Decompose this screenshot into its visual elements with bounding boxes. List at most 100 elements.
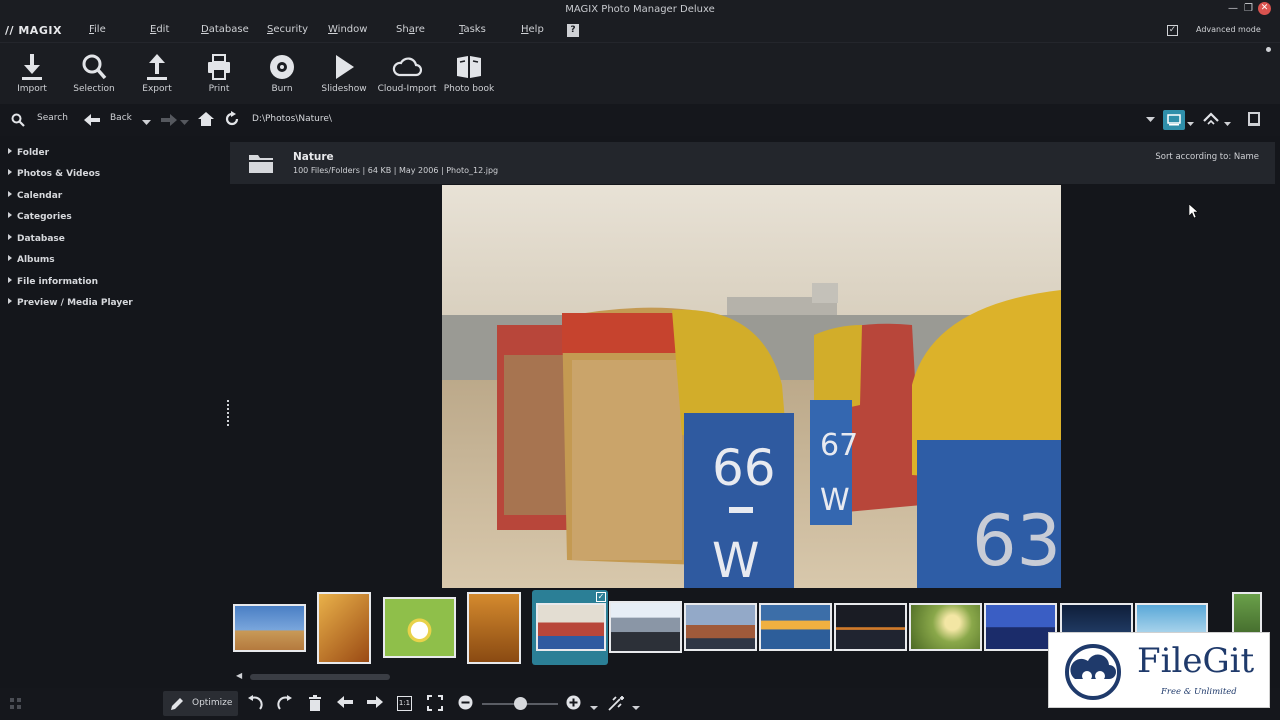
export-icon xyxy=(147,54,167,80)
print-button[interactable]: Print xyxy=(189,51,249,94)
cloud-icon xyxy=(392,57,422,77)
trash-icon[interactable] xyxy=(308,695,322,711)
back-label[interactable]: Back xyxy=(110,113,132,123)
menu-window[interactable]: Window xyxy=(328,24,367,35)
magix-logo: // MAGIX xyxy=(5,24,62,37)
fullscreen-icon[interactable] xyxy=(427,695,443,711)
panel-toggle-icon[interactable] xyxy=(1247,111,1261,127)
chair-letter-w: W xyxy=(712,533,759,588)
expand-triangle-icon xyxy=(8,148,12,154)
sort-icon[interactable] xyxy=(1203,111,1219,127)
thumbnail[interactable] xyxy=(759,603,832,651)
zoom-out-icon[interactable] xyxy=(458,695,473,710)
watermark-subtitle: Free & Unlimited xyxy=(1161,687,1237,697)
sidebar-item-preview-media-player[interactable]: Preview / Media Player xyxy=(8,298,133,308)
filegit-logo-icon xyxy=(1065,644,1121,700)
thumbnail[interactable] xyxy=(684,603,757,651)
sidebar: Folder Photos & Videos Calendar Categori… xyxy=(0,136,228,688)
back-arrow-icon[interactable] xyxy=(84,113,100,127)
actual-size-button[interactable]: 1:1 xyxy=(397,696,412,711)
slideshow-button[interactable]: Slideshow xyxy=(314,51,374,94)
sidebar-item-albums[interactable]: Albums xyxy=(8,255,55,265)
play-icon xyxy=(336,55,354,79)
menu-bar: // MAGIX File Edit Database Security Win… xyxy=(0,20,1280,42)
rotate-right-icon[interactable] xyxy=(277,695,293,711)
expand-triangle-icon xyxy=(8,298,12,304)
zoom-in-icon[interactable] xyxy=(566,695,581,710)
folder-meta: 100 Files/Folders | 64 KB | May 2006 | P… xyxy=(293,166,499,175)
import-button[interactable]: Import xyxy=(2,51,62,94)
previous-arrow-icon[interactable] xyxy=(337,695,353,709)
expand-triangle-icon xyxy=(8,191,12,197)
sidebar-item-database[interactable]: Database xyxy=(8,234,65,244)
menu-edit[interactable]: Edit xyxy=(150,24,169,35)
filmstrip-scrollbar[interactable] xyxy=(250,674,390,680)
next-arrow-icon[interactable] xyxy=(367,695,383,709)
thumbnail[interactable] xyxy=(984,603,1057,651)
search-icon[interactable] xyxy=(11,113,25,127)
sidebar-item-categories[interactable]: Categories xyxy=(8,212,72,222)
export-button[interactable]: Export xyxy=(127,51,187,94)
chair-number-67: 67 xyxy=(820,428,858,463)
disc-icon xyxy=(270,55,294,79)
folder-header: Nature 100 Files/Folders | 64 KB | May 2… xyxy=(230,142,1275,184)
effects-wand-icon[interactable] xyxy=(608,695,626,711)
minimize-button[interactable]: — xyxy=(1228,3,1238,15)
sidebar-item-photos-videos[interactable]: Photos & Videos xyxy=(8,169,100,179)
help-topic-icon[interactable]: ? xyxy=(567,24,579,37)
title-bar: MAGIX Photo Manager Deluxe xyxy=(0,0,1280,20)
thumbnail[interactable] xyxy=(834,603,907,651)
restore-button[interactable]: ❐ xyxy=(1244,3,1253,15)
navigation-bar: Search Back D:\Photos\Nature\ xyxy=(0,104,1280,136)
home-icon[interactable] xyxy=(198,111,214,127)
advanced-mode-checkbox[interactable]: ✓ xyxy=(1167,25,1178,36)
thumbnail[interactable] xyxy=(467,592,521,664)
sidebar-item-folder[interactable]: Folder xyxy=(8,148,49,158)
path-dropdown-chevron-icon[interactable] xyxy=(1146,117,1155,123)
zoom-slider-knob[interactable] xyxy=(514,697,527,710)
menu-help[interactable]: Help xyxy=(521,24,544,35)
thumbnail[interactable] xyxy=(233,604,306,652)
menu-database[interactable]: Database xyxy=(201,24,249,35)
selection-button[interactable]: Selection xyxy=(64,51,124,94)
thumbnail[interactable] xyxy=(317,592,371,664)
folder-name: Nature xyxy=(293,151,334,163)
sidebar-splitter-handle[interactable] xyxy=(227,400,229,426)
cloud-import-button[interactable]: Cloud-Import xyxy=(377,51,437,94)
close-button[interactable]: ✕ xyxy=(1258,2,1271,15)
thumbnail[interactable] xyxy=(383,597,456,658)
back-history-chevron-icon[interactable] xyxy=(142,120,151,126)
refresh-icon[interactable] xyxy=(225,111,240,127)
pencil-icon xyxy=(171,698,183,710)
app-window: MAGIX Photo Manager Deluxe — ❐ ✕ // MAGI… xyxy=(0,0,1280,720)
burn-button[interactable]: Burn xyxy=(252,51,312,94)
view-mode-chevron-icon[interactable] xyxy=(1187,122,1194,127)
effects-chevron-icon[interactable] xyxy=(632,706,640,711)
photo-preview[interactable]: 66 W 67 W 63 xyxy=(442,185,1061,588)
book-icon xyxy=(457,56,481,78)
view-mode-button[interactable] xyxy=(1163,110,1185,130)
path-breadcrumb[interactable]: D:\Photos\Nature\ xyxy=(252,114,332,124)
advanced-mode-label: Advanced mode xyxy=(1196,25,1261,34)
mouse-cursor-icon xyxy=(1189,204,1199,219)
thumbnail[interactable] xyxy=(609,601,682,653)
menu-security[interactable]: Security xyxy=(267,24,308,35)
sidebar-item-file-information[interactable]: File information xyxy=(8,277,98,287)
photo-book-button[interactable]: Photo book xyxy=(439,51,499,94)
selected-checkbox[interactable]: ✓ xyxy=(596,592,606,602)
thumbnail-selected[interactable] xyxy=(536,603,606,651)
search-label[interactable]: Search xyxy=(37,113,68,123)
zoom-chevron-icon[interactable] xyxy=(590,706,598,711)
sort-label[interactable]: Sort according to: Name xyxy=(1155,152,1259,162)
scroll-left-arrow-icon[interactable]: ◀ xyxy=(236,671,242,680)
menu-share[interactable]: Share xyxy=(396,24,425,35)
sort-chevron-icon[interactable] xyxy=(1224,122,1231,127)
sidebar-item-calendar[interactable]: Calendar xyxy=(8,191,62,201)
menu-file[interactable]: File xyxy=(89,24,106,35)
expand-triangle-icon xyxy=(8,255,12,261)
thumbnail[interactable] xyxy=(909,603,982,651)
optimize-button[interactable]: Optimize xyxy=(163,691,238,716)
menu-tasks[interactable]: Tasks xyxy=(459,24,486,35)
folder-icon xyxy=(249,155,273,173)
rotate-left-icon[interactable] xyxy=(247,695,263,711)
